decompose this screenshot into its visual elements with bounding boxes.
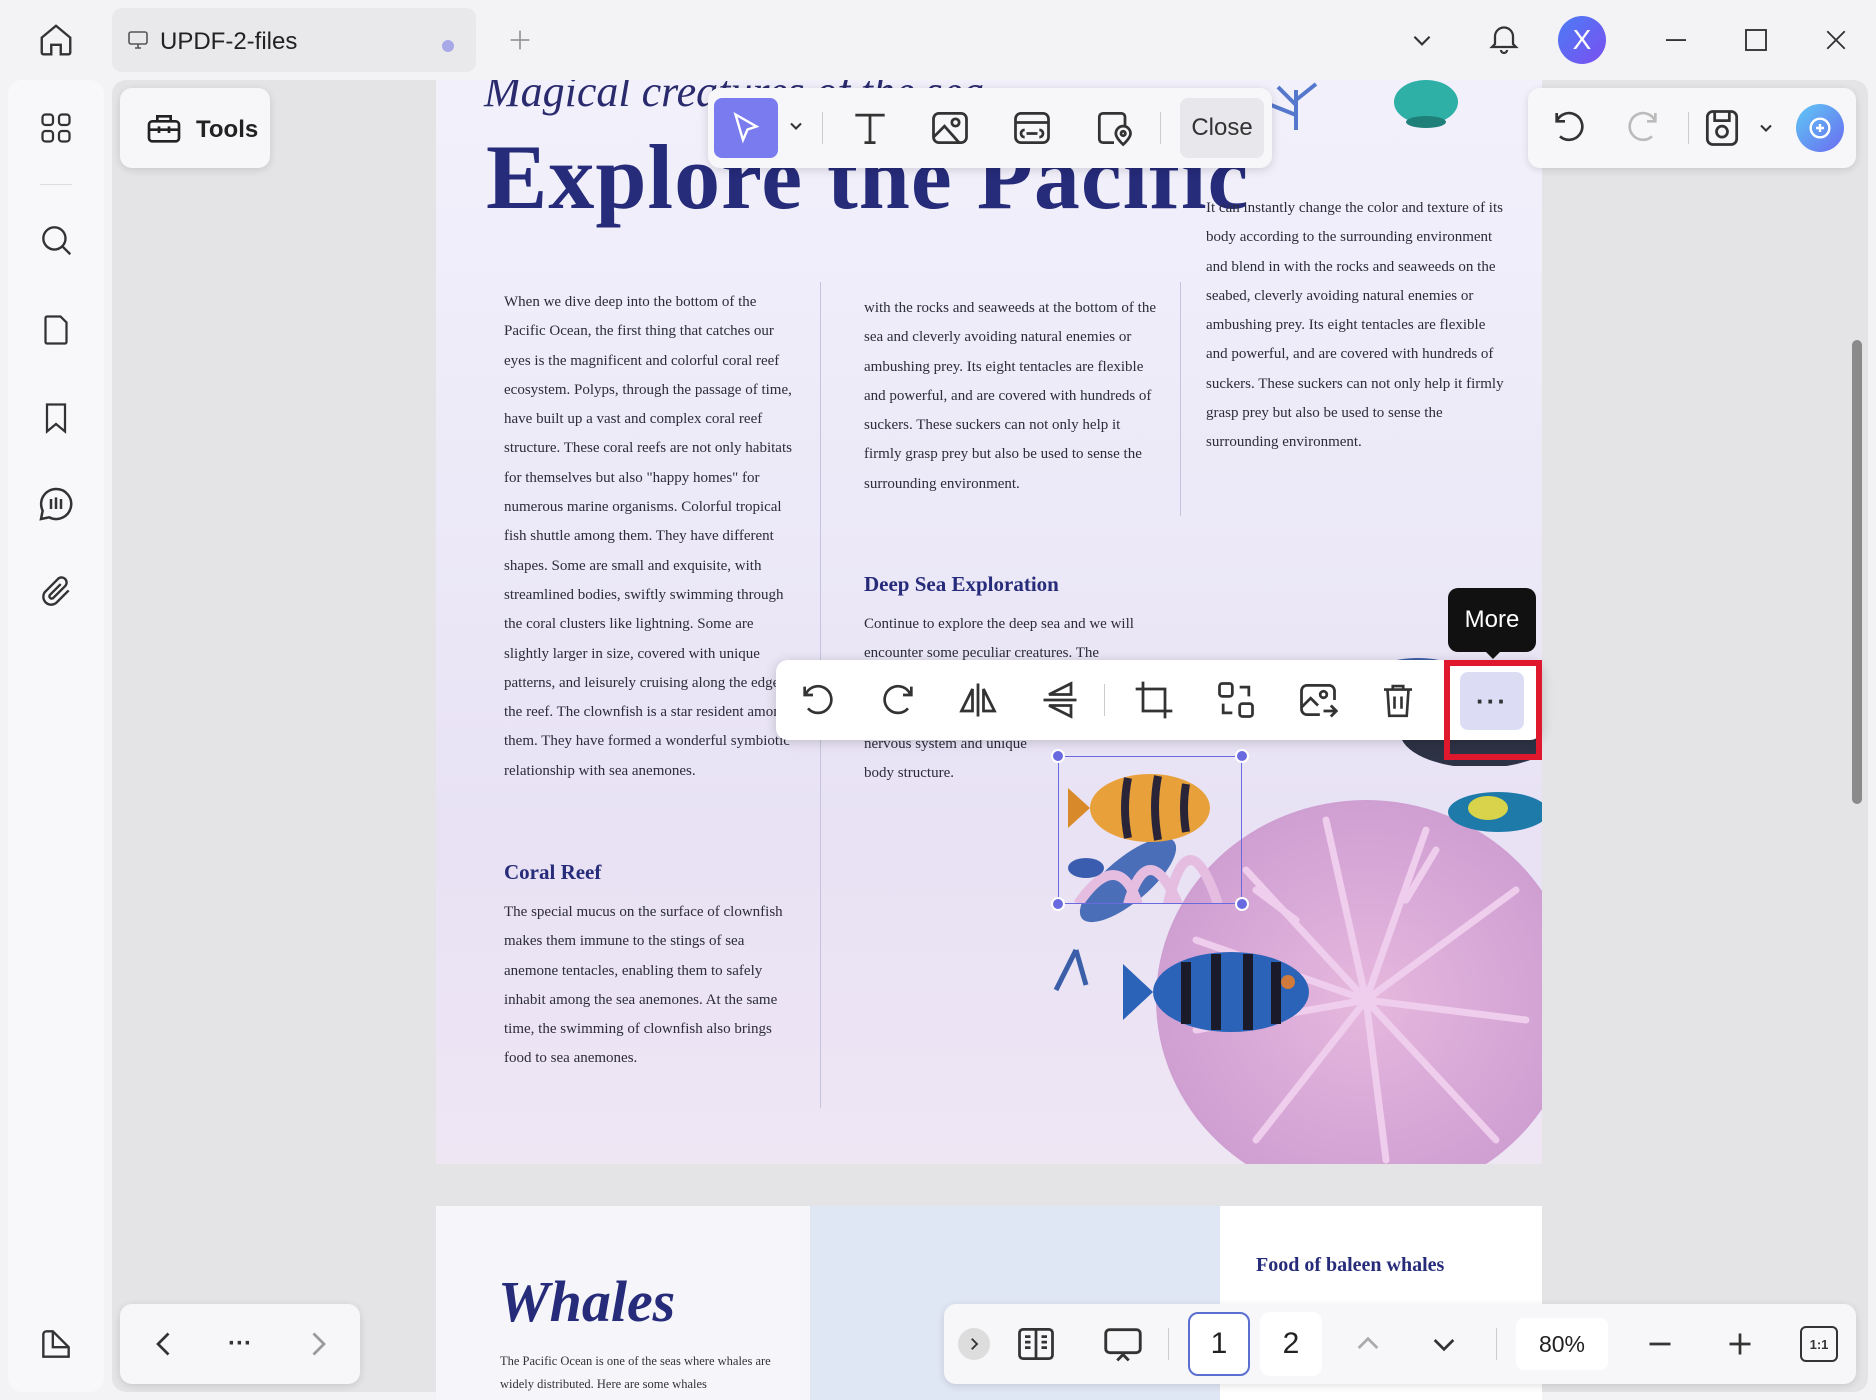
more-pages-button[interactable]: ··· (220, 1324, 260, 1364)
comment-icon[interactable] (32, 480, 80, 528)
minimize-icon[interactable] (1656, 20, 1696, 60)
unsaved-dot (442, 40, 454, 52)
chevron-left-icon[interactable] (146, 1326, 182, 1362)
tools-label: Tools (196, 116, 259, 143)
column-1-paragraph: When we dive deep into the bottom of the… (504, 294, 796, 779)
zoom-out-icon[interactable] (1642, 1326, 1678, 1362)
toolbox-icon (144, 108, 184, 148)
page-1-button[interactable]: 1 (1188, 1312, 1250, 1376)
more-button-highlight (1444, 660, 1542, 760)
column-3-paragraph: It can instantly change the color and te… (1206, 200, 1504, 451)
zoom-in-icon[interactable] (1722, 1326, 1758, 1362)
page-thumbnail-icon[interactable] (32, 306, 80, 354)
image-tool-icon[interactable] (928, 106, 972, 150)
collapse-arrow-icon[interactable] (958, 1328, 990, 1360)
resize-handle[interactable] (1051, 897, 1065, 911)
sea-anemone-image (1386, 80, 1466, 130)
monitor-icon (126, 28, 150, 52)
new-tab-plus-icon[interactable] (500, 20, 540, 60)
chevron-right-icon[interactable] (300, 1326, 336, 1362)
resize-handle[interactable] (1235, 749, 1249, 763)
flip-vertical-icon[interactable] (1036, 676, 1084, 724)
tools-button[interactable]: Tools (120, 88, 270, 168)
top-right-panel (1528, 88, 1856, 168)
toolbar-divider (1688, 112, 1689, 144)
maximize-icon[interactable] (1736, 20, 1776, 60)
text-tool-icon[interactable] (848, 106, 892, 150)
baleen-food-heading: Food of baleen whales (1256, 1254, 1445, 1276)
toolbar-divider (1496, 1328, 1497, 1360)
presentation-icon[interactable] (1100, 1322, 1146, 1368)
edit-toolbar: Close (708, 88, 1272, 168)
crop-icon[interactable] (1130, 676, 1178, 724)
bell-icon[interactable] (1482, 16, 1526, 60)
actual-size-button[interactable]: 1:1 (1800, 1326, 1838, 1362)
chevron-down-icon[interactable] (1756, 118, 1776, 138)
undo-icon[interactable] (1550, 108, 1590, 148)
link-tool-icon[interactable] (1010, 106, 1054, 150)
redo-icon[interactable] (1622, 108, 1662, 148)
zoom-level[interactable]: 80% (1516, 1318, 1608, 1370)
rotate-left-icon[interactable] (794, 676, 842, 724)
chevron-up-icon[interactable] (1352, 1328, 1384, 1360)
extract-image-icon[interactable] (1294, 676, 1342, 724)
view-controls-panel: 1 2 80% 1:1 (944, 1304, 1856, 1384)
close-window-icon[interactable] (1816, 20, 1856, 60)
flip-horizontal-icon[interactable] (954, 676, 1002, 724)
toolbar-divider (822, 112, 823, 144)
toolbar-divider (1104, 684, 1105, 716)
rotate-right-icon[interactable] (874, 676, 922, 724)
avatar[interactable]: X (1558, 16, 1606, 64)
whales-paragraph: The Pacific Ocean is one of the seas whe… (500, 1354, 771, 1391)
tooltip-arrow (1484, 650, 1502, 659)
home-icon[interactable] (32, 16, 80, 64)
toolbar-divider (1160, 112, 1161, 144)
chevron-down-icon[interactable] (1402, 20, 1442, 60)
vertical-scrollbar[interactable] (1852, 340, 1862, 804)
close-edit-button[interactable]: Close (1180, 98, 1264, 158)
coral-reef-paragraph: The special mucus on the surface of clow… (504, 904, 783, 1067)
coral-reef-heading: Coral Reef (504, 860, 602, 884)
document-page-1: Magical creatures of the sea Explore the… (436, 80, 1542, 1164)
page-2-button[interactable]: 2 (1260, 1312, 1322, 1376)
resize-handle[interactable] (1051, 749, 1065, 763)
left-sidebar (8, 80, 104, 1392)
title-bar: UPDF-2-files X (0, 0, 1876, 80)
save-icon[interactable] (1700, 106, 1744, 150)
brand-logo-icon[interactable] (32, 1320, 80, 1368)
search-icon[interactable] (32, 216, 80, 264)
bookmark-icon[interactable] (32, 394, 80, 442)
select-tool-button[interactable] (714, 98, 778, 158)
apps-grid-icon[interactable] (32, 104, 80, 152)
document-tab[interactable]: UPDF-2-files (112, 8, 476, 72)
toolbar-divider (1168, 1328, 1169, 1360)
more-tooltip: More (1448, 588, 1536, 652)
chevron-down-icon[interactable] (786, 116, 806, 136)
column-2-paragraph: with the rocks and seaweeds at the botto… (864, 300, 1157, 492)
image-edit-toolbar: ··· (776, 660, 1542, 740)
resize-handle[interactable] (1235, 897, 1249, 911)
tab-title: UPDF-2-files (160, 28, 298, 55)
attachment-icon[interactable] (32, 568, 80, 616)
rail-divider (40, 184, 72, 185)
watermark-tool-icon[interactable] (1092, 106, 1136, 150)
replace-image-icon[interactable] (1212, 676, 1260, 724)
whales-title: Whales (498, 1269, 676, 1334)
column-divider (1180, 282, 1181, 516)
delete-icon[interactable] (1374, 676, 1422, 724)
deep-sea-heading: Deep Sea Exploration (864, 572, 1059, 596)
chevron-down-icon[interactable] (1428, 1328, 1460, 1360)
page-navigation-panel: ··· (120, 1304, 360, 1384)
ai-assistant-icon[interactable] (1796, 104, 1844, 152)
image-selection-box[interactable] (1051, 749, 1249, 911)
page-layout-icon[interactable] (1014, 1322, 1058, 1366)
